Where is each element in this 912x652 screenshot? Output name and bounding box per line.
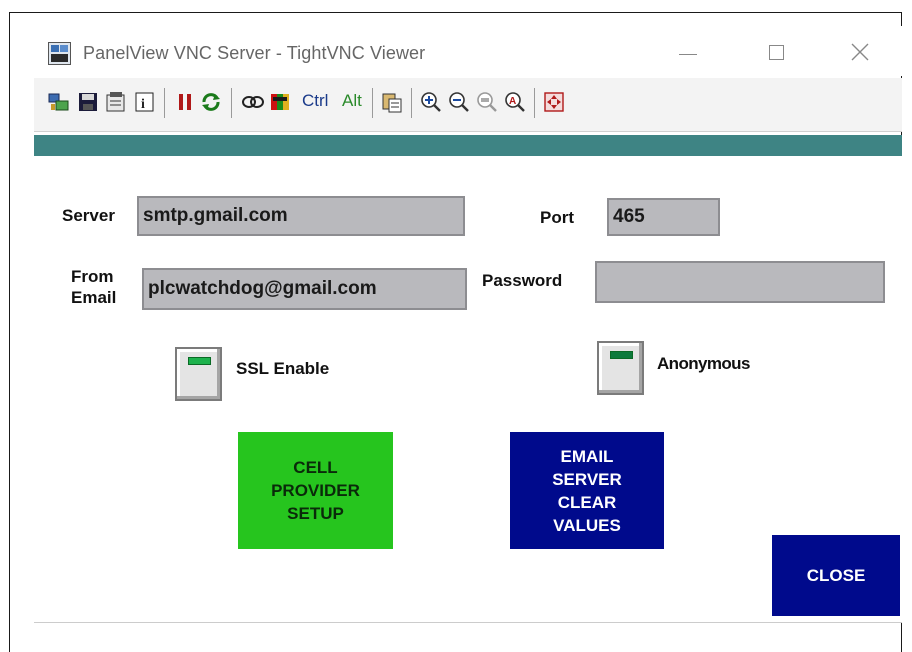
anonymous-indicator-led xyxy=(610,351,633,359)
ssl-enable-checkbox[interactable] xyxy=(175,347,222,401)
save-icon[interactable] xyxy=(77,91,99,113)
cell-button-line1: CELL xyxy=(293,458,338,477)
ssl-indicator-led xyxy=(188,357,211,365)
clear-button-line4: VALUES xyxy=(553,515,621,535)
anonymous-checkbox[interactable] xyxy=(597,341,644,395)
copy-clipboard-icon[interactable] xyxy=(381,91,403,113)
from-label-line2: Email xyxy=(71,288,117,307)
svg-text:A: A xyxy=(509,96,516,107)
window-title: PanelView VNC Server - TightVNC Viewer xyxy=(83,43,426,63)
toolbar-separator xyxy=(372,88,373,118)
port-field[interactable]: 465 xyxy=(607,198,720,236)
server-field[interactable]: smtp.gmail.com xyxy=(137,196,465,236)
port-label: Port xyxy=(540,208,574,227)
panel-header-bar xyxy=(34,135,902,156)
cell-button-line3: SETUP xyxy=(287,504,344,523)
cell-provider-setup-button[interactable]: CELL PROVIDER SETUP xyxy=(238,432,393,549)
clear-button-line1: EMAIL xyxy=(560,446,614,466)
close-button[interactable]: CLOSE xyxy=(772,535,900,616)
close-icon[interactable] xyxy=(838,36,882,68)
server-label: Server xyxy=(62,206,115,225)
send-ctrl-alt-del-icon[interactable] xyxy=(269,91,291,113)
email-config-panel: Server smtp.gmail.com Port 465 From Emai… xyxy=(34,156,902,623)
alt-key-button[interactable]: Alt xyxy=(342,91,362,111)
clear-button-line2: SERVER xyxy=(552,469,622,489)
minimize-icon[interactable] xyxy=(666,36,710,68)
toolbar: i Ctrl Alt A xyxy=(34,78,902,132)
ctrl-key-button[interactable]: Ctrl xyxy=(302,91,328,111)
password-field[interactable] xyxy=(595,261,885,303)
toolbar-separator xyxy=(411,88,412,118)
maximize-icon[interactable] xyxy=(754,36,798,68)
info-icon[interactable]: i xyxy=(134,91,156,113)
zoom-100-icon[interactable] xyxy=(476,91,498,113)
svg-text:i: i xyxy=(141,97,145,112)
zoom-auto-icon[interactable]: A xyxy=(504,91,526,113)
from-email-field[interactable]: plcwatchdog@gmail.com xyxy=(142,268,467,310)
window-titlebar: PanelView VNC Server - TightVNC Viewer xyxy=(34,26,902,76)
toolbar-separator xyxy=(534,88,535,118)
password-label: Password xyxy=(482,271,563,290)
zoom-out-icon[interactable] xyxy=(448,91,470,113)
key-icon[interactable] xyxy=(241,91,264,113)
toolbar-separator xyxy=(164,88,165,118)
anonymous-label: Anonymous xyxy=(657,354,750,373)
vnc-app-icon xyxy=(48,42,71,65)
new-connection-icon[interactable] xyxy=(48,91,70,113)
fullscreen-icon[interactable] xyxy=(543,91,565,113)
zoom-in-icon[interactable] xyxy=(420,91,442,113)
from-email-label: From Email xyxy=(71,266,116,308)
refresh-icon[interactable] xyxy=(200,91,222,113)
clear-button-line3: CLEAR xyxy=(557,492,617,512)
toolbar-separator xyxy=(231,88,232,118)
cell-button-line2: PROVIDER xyxy=(271,481,360,500)
pause-icon[interactable] xyxy=(174,91,196,113)
from-label-line1: From xyxy=(71,267,114,286)
email-server-clear-values-button[interactable]: EMAIL SERVER CLEAR VALUES xyxy=(510,432,664,549)
ssl-enable-label: SSL Enable xyxy=(236,359,330,378)
options-icon[interactable] xyxy=(105,91,127,113)
